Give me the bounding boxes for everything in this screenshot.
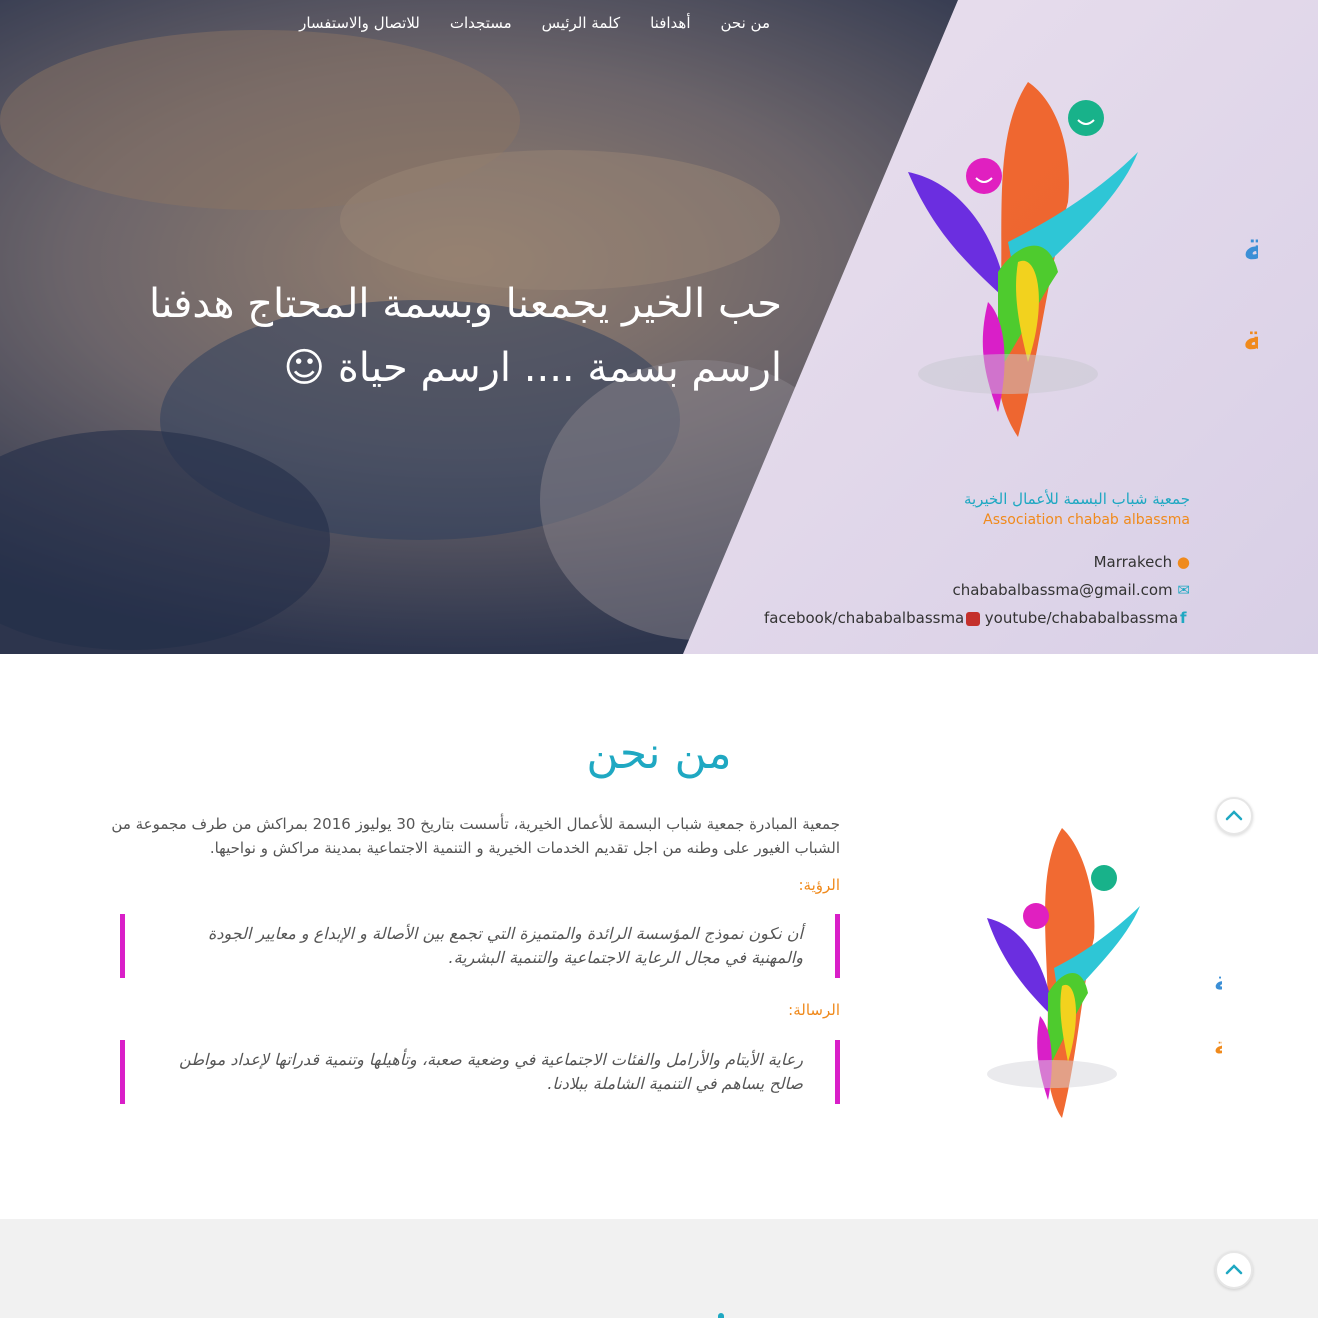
nav-item-about[interactable]: من نحن (721, 14, 771, 32)
envelope-icon: ✉ (1177, 581, 1190, 599)
youtube-icon (966, 611, 980, 626)
contact-facebook-text[interactable]: facebook/chababalbassma (764, 609, 964, 627)
hero-slogan-line-2: ارسم بسمة .... ارسم حياة ☺ (283, 345, 782, 391)
nav-item-president-word[interactable]: كلمة الرئيس (542, 14, 620, 32)
logo-text-top: شباب البسمة (1243, 224, 1258, 270)
map-pin-icon: ● (1176, 553, 1190, 571)
about-intro: جمعية المبادرة جمعية شباب البسمة للأعمال… (111, 815, 840, 857)
hero-slogan: حب الخير يجمعنا وبسمة المحتاج هدفنا ارسم… (22, 272, 782, 400)
contact-email[interactable]: chababalbassma@gmail.com ✉ (952, 581, 1190, 599)
logo-text-bottom: للأعمال الخيرية (1243, 315, 1258, 359)
scroll-up-button-2[interactable] (1215, 1251, 1253, 1289)
org-name-french: Association chabab albassma (983, 512, 1190, 528)
vision-label: الرؤية: (798, 876, 840, 894)
next-section-band (0, 1219, 1318, 1318)
vision-quote: أن نكون نموذج المؤسسة الرائدة والمتميزة … (120, 914, 840, 978)
mission-label: الرسالة: (788, 1001, 840, 1019)
contact-youtube-text[interactable]: youtube/chababalbassma (985, 609, 1178, 627)
mission-quote: رعاية الأيتام والأرامل والفئات الاجتماعي… (120, 1040, 840, 1104)
about-logo-text-bottom: للأعمال الخيرية (1214, 1031, 1222, 1060)
main-nav: من نحن أهدافنا كلمة الرئيس مستجدات للاتص… (299, 14, 770, 32)
chevron-up-icon (1225, 810, 1243, 821)
facebook-icon-wrap[interactable]: f (1180, 609, 1187, 627)
contact-city-text: Marrakech (1093, 553, 1173, 571)
nav-item-news[interactable]: مستجدات (450, 14, 512, 32)
org-names: جمعية شباب البسمة للأعمال الخيرية Associ… (964, 490, 1190, 528)
nav-item-goals[interactable]: أهدافنا (650, 14, 690, 32)
about-title: من نحن (586, 728, 732, 779)
facebook-icon[interactable]: f (1180, 609, 1187, 627)
scroll-up-button[interactable] (1215, 797, 1253, 835)
hero-section: من نحن أهدافنا كلمة الرئيس مستجدات للاتص… (0, 0, 1318, 654)
hero-slogan-line-1: حب الخير يجمعنا وبسمة المحتاج هدفنا (149, 281, 782, 327)
org-name-arabic: جمعية شباب البسمة للأعمال الخيرية (963, 490, 1190, 508)
about-association-logo: شباب البسمة للأعمال الخيرية (987, 828, 1222, 1118)
next-section-title-fragment (718, 1313, 724, 1318)
association-logo: شباب البسمة للأعمال الخيرية (908, 82, 1258, 437)
contact-facebook[interactable]: facebook/chababalbassma (764, 609, 964, 627)
nav-item-contact[interactable]: للاتصال والاستفسار (299, 14, 420, 32)
contact-email-text[interactable]: chababalbassma@gmail.com (952, 581, 1172, 599)
chevron-up-icon (1225, 1264, 1243, 1275)
contact-city: Marrakech ● (1094, 553, 1190, 571)
contact-youtube[interactable]: youtube/chababalbassma (966, 609, 1178, 627)
about-logo-text-top: شباب البسمة (1214, 967, 1222, 997)
